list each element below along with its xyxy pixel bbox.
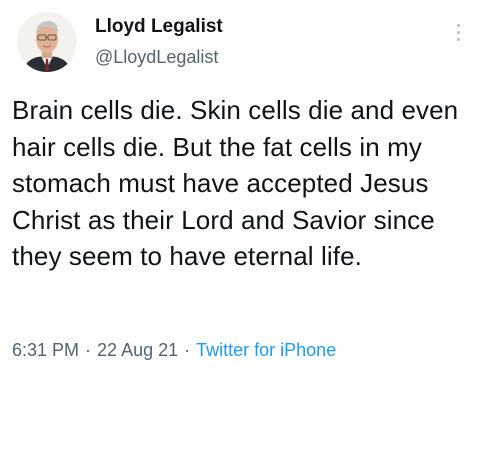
tweet-meta: 6:31 PM · 22 Aug 21 · Twitter for iPhone — [12, 340, 336, 361]
tweet-date[interactable]: 22 Aug 21 — [97, 340, 178, 360]
author-handle[interactable]: @LloydLegalist — [95, 47, 218, 68]
tweet-source[interactable]: Twitter for iPhone — [196, 340, 336, 360]
profile-avatar-icon — [17, 12, 77, 72]
author-name[interactable]: Lloyd Legalist — [95, 16, 223, 38]
more-options-icon[interactable] — [454, 24, 462, 44]
tweet-card: Lloyd Legalist @LloydLegalist Brain cell… — [0, 0, 480, 458]
tweet-text: Brain cells die. Skin cells die and even… — [12, 95, 459, 271]
meta-separator: · — [85, 340, 92, 360]
tweet-time[interactable]: 6:31 PM — [12, 340, 79, 360]
avatar[interactable] — [17, 12, 77, 72]
meta-separator: · — [184, 340, 191, 360]
